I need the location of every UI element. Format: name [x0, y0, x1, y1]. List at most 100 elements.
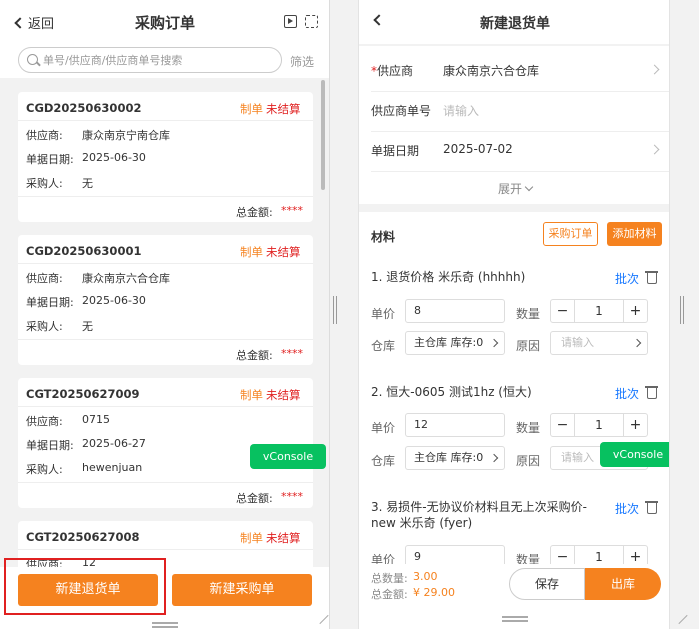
drag-handle[interactable]: [502, 620, 528, 622]
date-picker[interactable]: 2025-07-02: [443, 142, 513, 156]
status-draft: 制单: [240, 531, 263, 545]
chevron-down-icon: [524, 182, 534, 192]
resize-corner-icon[interactable]: [677, 614, 687, 624]
resize-corner-icon[interactable]: [318, 614, 328, 624]
minus-button[interactable]: −: [551, 546, 575, 564]
reason-placeholder: 请输入: [561, 336, 594, 349]
order-card[interactable]: CGD20250630001 制单 未结算 供应商: 康众南京六合仓库 单据日期…: [18, 235, 313, 365]
quantity-stepper: − 1 +: [550, 545, 648, 564]
trash-icon[interactable]: [645, 501, 658, 514]
quantity-value[interactable]: 1: [575, 546, 623, 564]
divider: [371, 91, 669, 92]
minus-button[interactable]: −: [551, 414, 575, 436]
price-label: 单价: [371, 553, 396, 564]
divider: [18, 263, 313, 264]
buyer-value: 无: [82, 320, 93, 333]
order-card[interactable]: CGT20250627009 制单 未结算 供应商: 0715 单据日期: 20…: [18, 378, 313, 508]
purchase-order-button[interactable]: 采购订单: [543, 222, 598, 246]
status-draft: 制单: [240, 102, 263, 116]
status-unsettled: 未结算: [266, 245, 301, 259]
quantity-stepper: − 1 +: [550, 413, 648, 437]
qty-label: 数量: [516, 553, 541, 564]
expand-toggle[interactable]: 展开: [359, 180, 669, 197]
price-input[interactable]: 9: [405, 545, 505, 564]
warehouse-select[interactable]: 主仓库 库存:0: [405, 446, 505, 470]
batch-link[interactable]: 批次: [615, 270, 639, 287]
minus-button[interactable]: −: [551, 300, 575, 322]
scan-icon[interactable]: [305, 15, 318, 28]
page-title: 新建退货单: [480, 16, 550, 32]
drag-handle[interactable]: [502, 616, 528, 618]
price-input[interactable]: 12: [405, 413, 505, 437]
supplier-value: 康众南京宁南仓库: [82, 129, 170, 142]
total-label: 总金额:: [236, 492, 273, 505]
material-name: 3. 易损件-无协议价材料且无上次采购价-new 米乐奇 (fyer): [371, 500, 587, 530]
warehouse-value: 主仓库 库存:0: [414, 451, 484, 464]
chevron-right-icon: [489, 453, 499, 463]
chevron-right-icon: [489, 338, 499, 348]
save-button[interactable]: 保存: [509, 568, 585, 600]
total-label: 总金额:: [236, 349, 273, 362]
divider: [18, 482, 313, 483]
new-return-order-screen: 新建退货单 *供应商 康众南京六合仓库 供应商单号 请输入 单据日期 2025-…: [358, 0, 670, 629]
price-label: 单价: [371, 307, 396, 321]
vconsole-button[interactable]: vConsole: [600, 442, 669, 467]
plus-button[interactable]: +: [623, 414, 647, 436]
qty-label: 数量: [516, 307, 541, 321]
date-value: 2025-06-30: [82, 294, 146, 307]
filter-button[interactable]: 筛选: [290, 53, 314, 70]
reason-label: 原因: [516, 339, 541, 353]
warehouse-value: 主仓库 库存:0: [414, 336, 484, 349]
search-box[interactable]: [18, 47, 282, 73]
divider: [18, 406, 313, 407]
batch-link[interactable]: 批次: [615, 500, 639, 517]
date-label: 单据日期:: [26, 439, 74, 452]
new-purchase-order-button[interactable]: 新建采购单: [172, 574, 312, 606]
supplier-value: 康众南京六合仓库: [82, 272, 170, 285]
material-name: 1. 退货价格 米乐奇 (hhhhh): [371, 270, 526, 284]
reason-input[interactable]: 请输入: [550, 331, 648, 355]
supplier-select[interactable]: 康众南京六合仓库: [443, 62, 539, 79]
status-draft: 制单: [240, 245, 263, 259]
material-name: 2. 恒大-0605 测试1hz (恒大): [371, 385, 532, 399]
highlight-box: [4, 558, 166, 615]
trash-icon[interactable]: [645, 386, 658, 399]
stock-out-button[interactable]: 出库: [585, 568, 661, 600]
quantity-value[interactable]: 1: [575, 300, 623, 322]
divider: [18, 339, 313, 340]
warehouse-select[interactable]: 主仓库 库存:0: [405, 331, 505, 355]
date-value: 2025-06-30: [82, 151, 146, 164]
split-resize-handle[interactable]: [333, 296, 337, 324]
plus-button[interactable]: +: [623, 300, 647, 322]
supplier-no-input[interactable]: 请输入: [443, 102, 479, 119]
search-input[interactable]: [43, 52, 273, 68]
chevron-right-icon: [632, 338, 642, 348]
scrollbar[interactable]: [321, 80, 325, 190]
status-unsettled: 未结算: [266, 531, 301, 545]
order-card[interactable]: CGD20250630002 制单 未结算 供应商: 康众南京宁南仓库 单据日期…: [18, 92, 313, 222]
plus-button[interactable]: +: [623, 546, 647, 564]
batch-link[interactable]: 批次: [615, 385, 639, 402]
buyer-value: 无: [82, 177, 93, 190]
add-material-button[interactable]: 添加材料: [607, 222, 662, 246]
divider: [18, 196, 313, 197]
buyer-label: 采购人:: [26, 320, 63, 333]
supplier-no-label: 供应商单号: [371, 104, 432, 118]
purchase-order-screen: 返回 采购订单 筛选 CGD20250630002 制单 未结算 供应商: 康众…: [0, 0, 330, 629]
buyer-label: 采购人:: [26, 177, 63, 190]
footer-bar: 总数量: 3.00 总金额: ¥ 29.00 保存 出库: [359, 564, 669, 629]
drag-handle[interactable]: [152, 622, 178, 624]
materials-section: 材料 采购订单 添加材料 1. 退货价格 米乐奇 (hhhhh) 批次 单价 8…: [359, 212, 669, 564]
drag-handle[interactable]: [152, 626, 178, 628]
split-resize-handle[interactable]: [680, 296, 684, 324]
supplier-value: 0715: [82, 413, 110, 426]
quantity-value[interactable]: 1: [575, 414, 623, 436]
divider: [18, 120, 313, 121]
reason-placeholder: 请输入: [561, 451, 594, 464]
vconsole-button[interactable]: vConsole: [250, 444, 326, 469]
video-icon[interactable]: [284, 15, 297, 28]
status-draft: 制单: [240, 388, 263, 402]
total-value: ****: [281, 490, 303, 503]
price-input[interactable]: 8: [405, 299, 505, 323]
trash-icon[interactable]: [645, 271, 658, 284]
